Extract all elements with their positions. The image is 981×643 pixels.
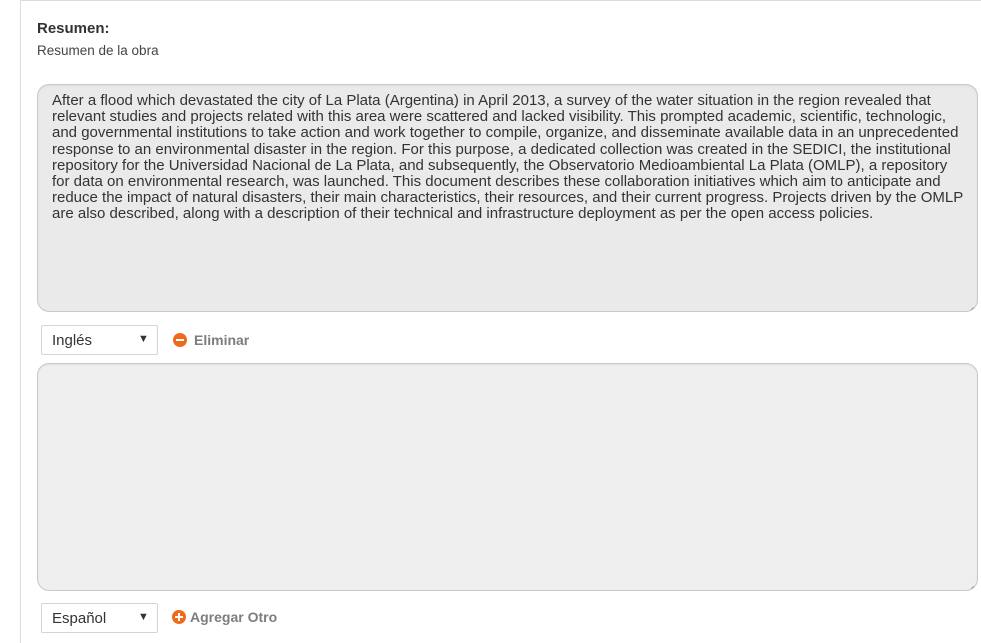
resize-grip-icon[interactable] xyxy=(965,299,974,308)
language-select-value: Inglés xyxy=(52,332,93,349)
field-hint: Resumen de la obra xyxy=(37,43,159,58)
abstract-textarea-english[interactable]: After a flood which devastated the city … xyxy=(37,84,978,312)
plus-circle-icon xyxy=(172,610,186,624)
abstract-textarea-new[interactable] xyxy=(37,363,978,591)
field-title: Resumen: xyxy=(37,20,110,37)
add-another-button[interactable]: Agregar Otro xyxy=(172,609,277,625)
language-select-english[interactable]: Inglés ▼ xyxy=(41,325,158,355)
add-another-label: Agregar Otro xyxy=(190,609,278,625)
language-select-spanish[interactable]: Español ▼ xyxy=(41,603,158,633)
minus-circle-icon xyxy=(173,333,187,347)
resize-grip-icon[interactable] xyxy=(965,578,974,587)
abstract-text: After a flood which devastated the city … xyxy=(52,92,963,223)
remove-label: Eliminar xyxy=(194,332,250,348)
triangle-down-icon: ▼ xyxy=(138,611,149,623)
remove-button[interactable]: Eliminar xyxy=(173,332,249,348)
triangle-down-icon: ▼ xyxy=(138,333,149,345)
language-select-value: Español xyxy=(52,610,107,627)
